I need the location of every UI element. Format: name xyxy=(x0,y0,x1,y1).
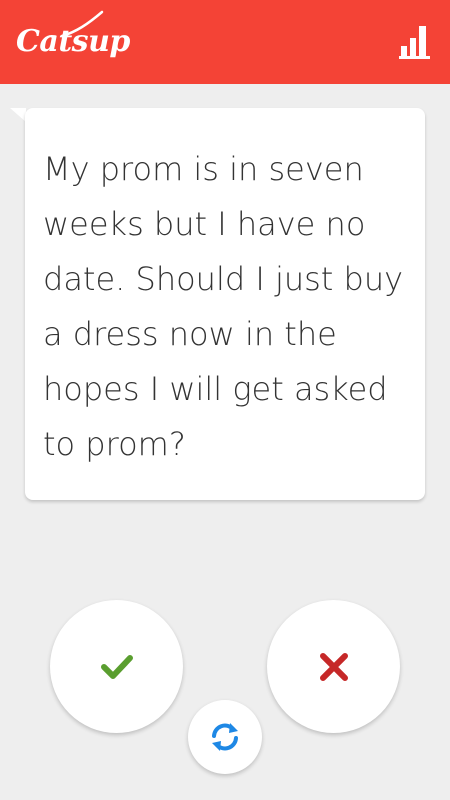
close-icon xyxy=(320,653,348,681)
check-icon xyxy=(101,655,133,679)
refresh-icon xyxy=(212,723,238,751)
yes-button[interactable] xyxy=(50,600,183,733)
question-card: My prom is in seven weeks but I have no … xyxy=(25,108,425,500)
question-text: My prom is in seven weeks but I have no … xyxy=(43,150,404,463)
no-button[interactable] xyxy=(267,600,400,733)
card-tail xyxy=(10,108,26,122)
app-bar: Catsup xyxy=(0,0,450,84)
stats-button[interactable] xyxy=(398,24,432,60)
refresh-button[interactable] xyxy=(188,700,262,774)
logo-swoosh xyxy=(60,10,104,38)
bar-chart-icon xyxy=(399,26,430,59)
